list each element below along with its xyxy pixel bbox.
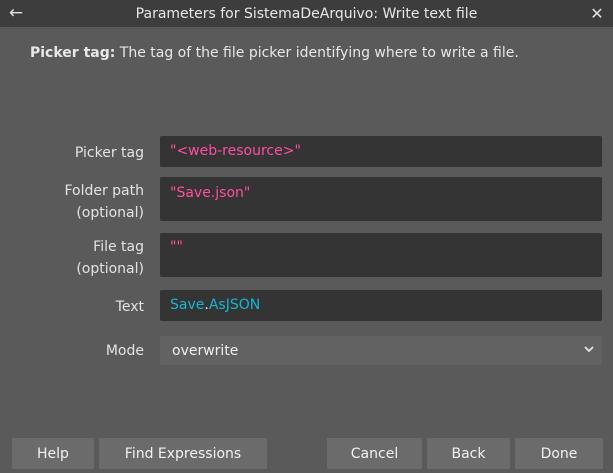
folder-path-label: Folder path (optional) xyxy=(64,180,144,224)
picker-tag-input[interactable]: "<web-resource>" xyxy=(160,136,602,167)
file-tag-input[interactable]: "" xyxy=(160,233,602,277)
window-title: Parameters for SistemaDeArquivo: Write t… xyxy=(135,5,478,22)
back-arrow-icon[interactable]: ← xyxy=(6,2,26,24)
description-term: Picker tag: xyxy=(30,45,116,61)
cancel-button[interactable]: Cancel xyxy=(327,438,422,469)
file-tag-label-line2: (optional) xyxy=(76,261,144,277)
file-tag-label: File tag (optional) xyxy=(76,236,144,280)
text-label: Text xyxy=(115,299,144,315)
folder-path-label-line2: (optional) xyxy=(76,205,144,221)
done-button[interactable]: Done xyxy=(515,438,603,469)
picker-tag-value: "<web-resource>" xyxy=(170,143,301,159)
chevron-down-icon xyxy=(584,346,594,353)
mode-label: Mode xyxy=(105,343,144,359)
help-button[interactable]: Help xyxy=(12,438,94,469)
file-tag-value: "" xyxy=(170,239,183,255)
parameter-description: Picker tag: The tag of the file picker i… xyxy=(30,45,590,61)
folder-path-value: "Save.json" xyxy=(170,185,251,201)
text-input[interactable]: Save.AsJSON xyxy=(160,290,602,321)
file-tag-label-line1: File tag xyxy=(93,239,144,255)
close-icon[interactable]: ✕ xyxy=(587,2,607,24)
folder-path-label-line1: Folder path xyxy=(64,183,144,199)
mode-dropdown[interactable]: overwrite xyxy=(160,336,602,365)
text-value-object: Save xyxy=(170,297,205,313)
find-expressions-button[interactable]: Find Expressions xyxy=(99,438,267,469)
text-value-member: AsJSON xyxy=(208,297,261,313)
description-text: The tag of the file picker identifying w… xyxy=(115,45,519,61)
picker-tag-label: Picker tag xyxy=(74,145,144,161)
title-bar: ← Parameters for SistemaDeArquivo: Write… xyxy=(0,0,613,27)
mode-selected-value: overwrite xyxy=(172,342,239,359)
back-button[interactable]: Back xyxy=(427,438,510,469)
folder-path-input[interactable]: "Save.json" xyxy=(160,177,602,221)
